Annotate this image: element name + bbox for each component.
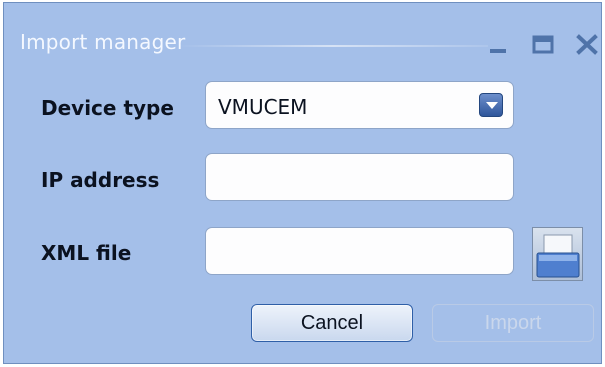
device-type-select[interactable]: VMUCEM <box>205 81 514 129</box>
cancel-button[interactable]: Cancel <box>251 304 413 342</box>
dropdown-arrow-button[interactable] <box>479 93 503 117</box>
close-icon <box>576 34 598 55</box>
close-button[interactable] <box>576 33 598 55</box>
ip-address-field-box <box>205 153 514 201</box>
folder-browse-icon <box>536 234 580 278</box>
xml-file-label: XML file <box>41 241 132 265</box>
chevron-down-icon <box>486 102 498 109</box>
device-type-label: Device type <box>41 96 174 120</box>
maximize-button[interactable] <box>532 33 554 55</box>
ip-address-input[interactable] <box>214 162 508 194</box>
ip-address-label: IP address <box>41 168 160 192</box>
window-title: Import manager <box>20 30 186 54</box>
xml-file-input[interactable] <box>214 236 508 268</box>
minimize-button[interactable] <box>488 33 510 55</box>
title-divider <box>178 45 488 47</box>
browse-file-button[interactable] <box>532 227 583 281</box>
import-button[interactable]: Import <box>432 304 594 342</box>
minimize-icon <box>490 49 506 53</box>
maximize-icon <box>532 35 554 54</box>
title-bar: Import manager <box>4 3 601 61</box>
device-type-value: VMUCEM <box>218 95 308 119</box>
xml-file-field-box <box>205 227 514 275</box>
import-manager-window: Import manager Device type VMUCEM IP add… <box>3 2 602 364</box>
